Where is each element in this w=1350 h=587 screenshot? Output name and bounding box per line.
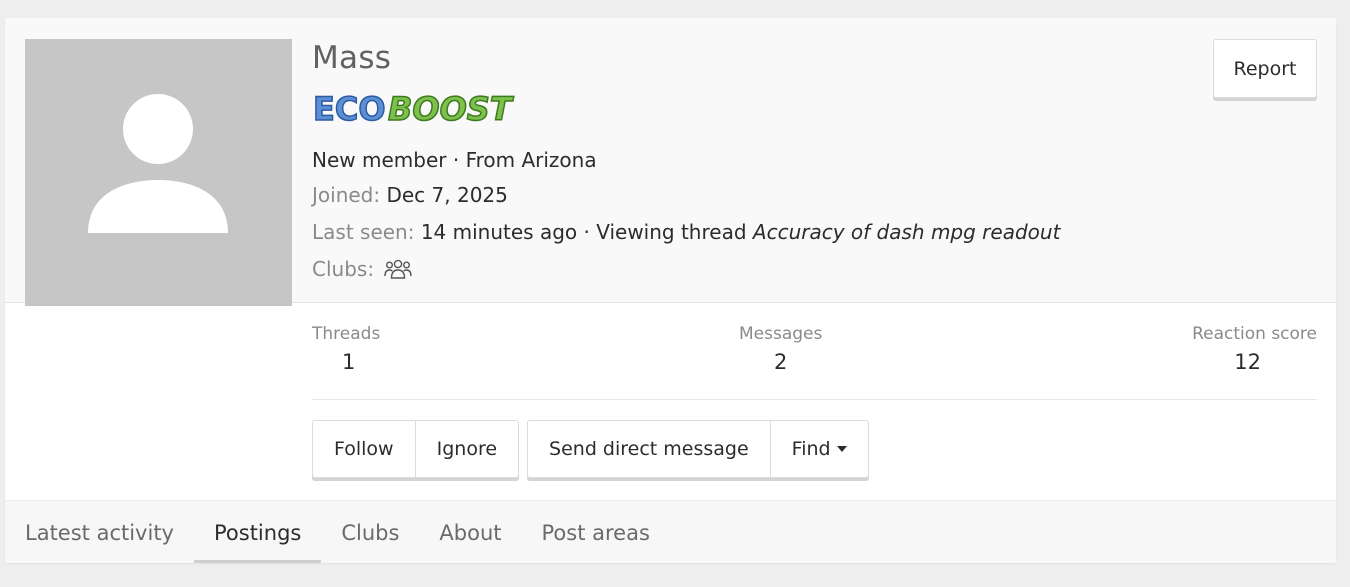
- tab-about[interactable]: About: [419, 501, 521, 563]
- clubs-label: Clubs:: [312, 257, 375, 281]
- member-title-line: New member · From Arizona: [312, 148, 597, 172]
- caret-down-icon: [836, 446, 847, 452]
- report-button[interactable]: Report: [1213, 39, 1317, 98]
- clubs-line: Clubs:: [312, 257, 413, 285]
- viewing-thread-link[interactable]: Accuracy of dash mpg readout: [753, 220, 1061, 244]
- tab-clubs[interactable]: Clubs: [321, 501, 419, 563]
- default-avatar-icon: [88, 94, 228, 233]
- send-direct-message-button[interactable]: Send direct message: [528, 421, 771, 477]
- users-icon[interactable]: [384, 258, 413, 285]
- member-profile-card: Mass ECO BOOST New member · From Arizona…: [5, 18, 1336, 563]
- stat-reaction-value[interactable]: 12: [1192, 350, 1317, 374]
- ecoboost-banner: ECO BOOST: [312, 89, 522, 130]
- profile-tabs: Latest activity Postings Clubs About Pos…: [5, 500, 1336, 563]
- stat-messages-value[interactable]: 2: [739, 350, 822, 374]
- ignore-button[interactable]: Ignore: [416, 421, 518, 477]
- stat-messages-label: Messages: [739, 324, 823, 344]
- username: Mass: [312, 40, 392, 76]
- member-location: From Arizona: [465, 148, 597, 172]
- joined-line: Joined: Dec 7, 2025: [312, 183, 508, 207]
- stat-reaction-label: Reaction score: [1192, 324, 1317, 344]
- last-seen-line: Last seen: 14 minutes ago · Viewing thre…: [312, 220, 1060, 244]
- joined-label: Joined:: [312, 183, 381, 207]
- joined-value[interactable]: Dec 7, 2025: [386, 183, 507, 207]
- stat-reaction-score[interactable]: Reaction score 12: [1192, 324, 1317, 374]
- tab-post-areas[interactable]: Post areas: [522, 501, 670, 563]
- stat-threads[interactable]: Threads 1: [312, 324, 380, 374]
- avatar[interactable]: [25, 39, 292, 306]
- member-actions: Follow Ignore Send direct message Find: [312, 420, 869, 478]
- tab-latest-activity[interactable]: Latest activity: [5, 501, 194, 563]
- find-dropdown-button[interactable]: Find: [771, 421, 868, 477]
- banner-eco: ECO: [313, 90, 386, 126]
- last-seen-value[interactable]: 14 minutes ago: [421, 220, 577, 244]
- follow-button[interactable]: Follow: [313, 421, 416, 477]
- viewing-prefix: Viewing thread: [596, 220, 747, 244]
- message-find-group: Send direct message Find: [527, 420, 869, 478]
- last-seen-label: Last seen:: [312, 220, 415, 244]
- member-stats: Threads 1 Messages 2 Reaction score 12: [312, 324, 1317, 400]
- stat-threads-label: Threads: [312, 324, 381, 344]
- stat-threads-value[interactable]: 1: [312, 350, 380, 374]
- follow-ignore-group: Follow Ignore: [312, 420, 520, 478]
- stat-messages[interactable]: Messages 2: [739, 324, 822, 374]
- find-label: Find: [791, 438, 831, 460]
- member-title: New member: [312, 148, 447, 172]
- banner-boost: BOOST: [388, 90, 514, 126]
- ecoboost-logo-icon: ECO BOOST: [312, 89, 514, 129]
- separator: ·: [577, 220, 597, 244]
- tab-postings[interactable]: Postings: [193, 501, 322, 563]
- profile-header: Mass ECO BOOST New member · From Arizona…: [5, 18, 1336, 306]
- separator: ·: [446, 148, 466, 172]
